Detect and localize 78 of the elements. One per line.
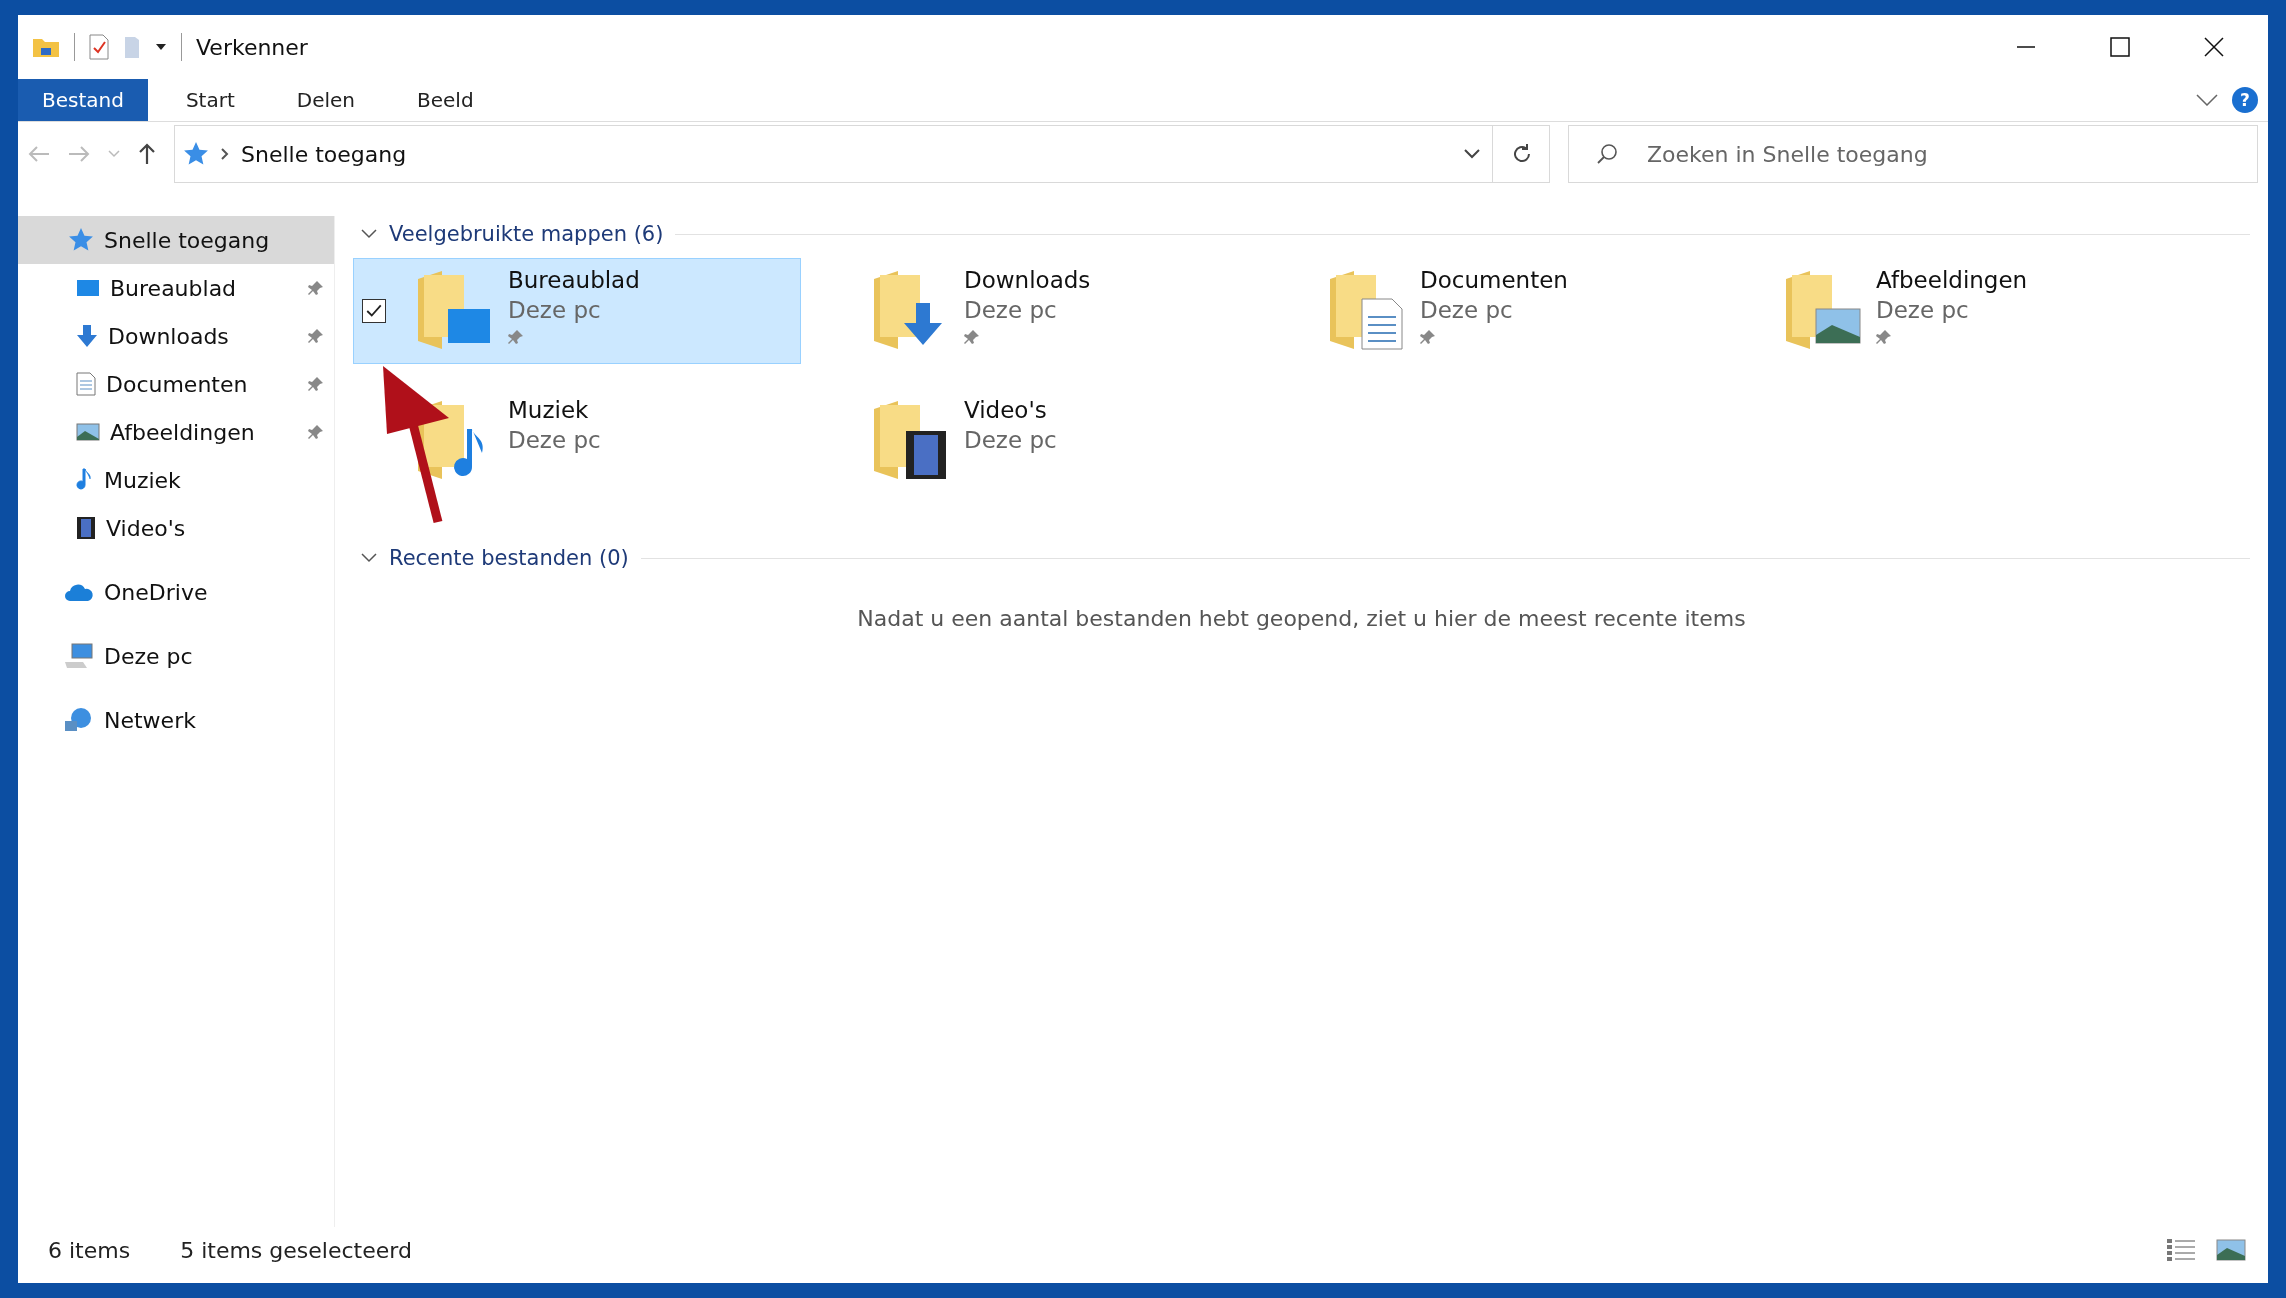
large-icons-view-icon[interactable] [2216,1239,2246,1261]
folder-name: Afbeeldingen [1876,267,2028,293]
ribbon-tab[interactable]: Bestand [18,79,148,121]
folder-tile[interactable]: Downloads Deze pc [809,258,1257,364]
folder-location: Deze pc [964,297,1058,323]
folder-name: Documenten [1420,267,1568,293]
collapse-icon[interactable] [361,229,377,239]
sidebar-item[interactable]: Snelle toegang [18,216,334,264]
star-icon [68,227,94,253]
sidebar-item[interactable]: Downloads [18,312,334,360]
expand-ribbon-icon[interactable] [2196,94,2218,106]
address-bar[interactable]: Snelle toegang [174,125,1550,183]
checkmark-icon [365,302,383,320]
up-icon[interactable] [138,143,156,165]
window-title: Verkenner [196,34,308,60]
sidebar-label: Netwerk [104,707,196,733]
checkbox[interactable] [362,299,386,323]
sidebar-item[interactable]: Video's [18,504,334,552]
sidebar-item[interactable]: Deze pc [18,632,334,680]
computer-icon [64,643,94,669]
sidebar-item[interactable]: Bureaublad [18,264,334,312]
picture-icon [76,423,100,441]
details-view-icon[interactable] [2166,1237,2196,1263]
sidebar-label: Video's [106,515,186,541]
ribbon-tab[interactable]: Start [161,79,259,121]
sidebar-item[interactable]: Netwerk [18,696,334,744]
sidebar-label: Afbeeldingen [110,419,255,445]
sidebar-label: Muziek [104,467,181,493]
folder-tile[interactable]: Video's Deze pc [809,388,1257,494]
folder-tile[interactable]: Bureaublad Deze pc [353,258,801,364]
folder-location: Deze pc [964,427,1057,453]
item-count: 6 items [48,1237,131,1263]
folder-location: Deze pc [1420,297,1514,323]
collapse-icon[interactable] [361,553,377,563]
folder-location: Deze pc [508,427,601,453]
folder-location: Deze pc [508,297,602,323]
network-icon [64,707,94,733]
help-button[interactable]: ? [2232,87,2258,113]
music-note-icon [76,468,94,492]
film-icon [76,516,96,540]
download-icon [76,324,98,348]
selection-count: 5 items geselecteerd [180,1237,412,1263]
properties-icon[interactable] [89,34,109,60]
ribbon-tab[interactable]: Delen [272,79,380,121]
star-icon [183,141,209,167]
address-path: Snelle toegang [241,141,407,167]
document-icon [76,372,96,396]
sidebar-item[interactable]: Documenten [18,360,334,408]
folder-tile[interactable]: Documenten Deze pc [1265,258,1713,364]
folder-name: Muziek [508,397,590,423]
search-field[interactable]: Zoeken in Snelle toegang [1568,125,2258,183]
sidebar-label: Snelle toegang [104,227,270,253]
ribbon-tab[interactable]: Beeld [393,79,498,121]
folder-name: Video's [964,397,1048,423]
folder-name: Bureaublad [508,267,640,293]
sidebar-label: Bureaublad [110,275,237,301]
sidebar-item[interactable]: Afbeeldingen [18,408,334,456]
dropdown-icon[interactable] [1464,149,1480,159]
folder-tile[interactable]: Afbeeldingen Deze pc [1721,258,2169,364]
empty-message: Nadat u een aantal bestanden hebt geopend, ziet u hier de meest recente items [856,605,1747,631]
chevron-icon [221,148,229,160]
search-icon [1596,143,1618,165]
group-title[interactable]: Veelgebruikte mappen (6) [389,222,664,246]
cloud-icon [64,582,94,602]
sidebar-item[interactable]: Muziek [18,456,334,504]
desktop-icon [76,279,100,297]
sidebar-label: Downloads [108,323,229,349]
close-icon[interactable] [2204,37,2224,57]
sidebar-label: Documenten [106,371,248,397]
folder-location: Deze pc [1876,297,1970,323]
dropdown-icon[interactable] [155,43,167,51]
folder-name: Downloads [964,267,1091,293]
refresh-icon[interactable] [1511,143,1533,165]
sidebar-item[interactable]: OneDrive [18,568,334,616]
maximize-icon[interactable] [2110,37,2130,57]
group-title[interactable]: Recente bestanden (0) [389,546,629,570]
sidebar-label: Deze pc [104,643,193,669]
sidebar-label: OneDrive [104,579,208,605]
